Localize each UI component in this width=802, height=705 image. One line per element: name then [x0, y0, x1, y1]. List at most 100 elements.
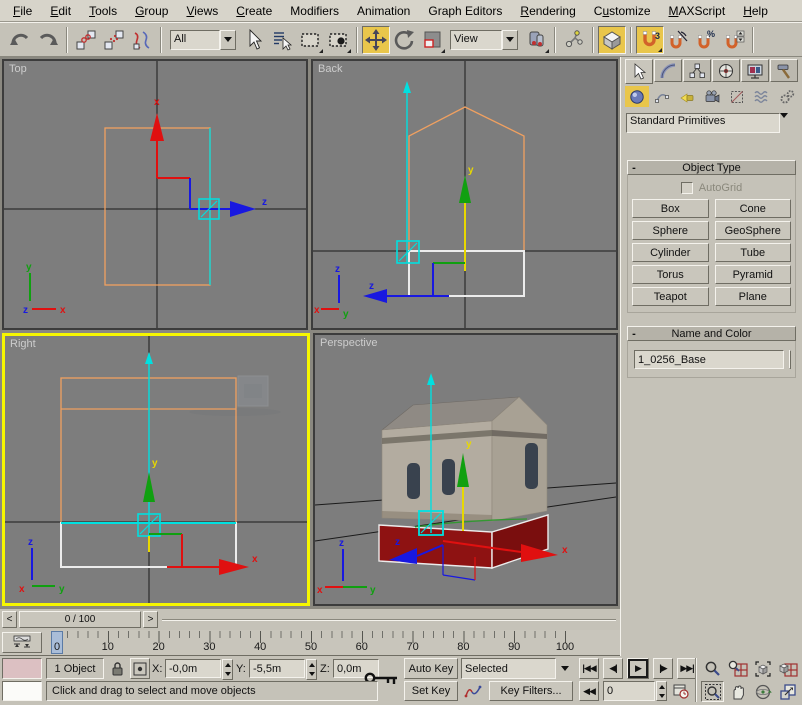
autogrid-checkbox[interactable] — [681, 182, 693, 194]
auto-key-button[interactable]: Auto Key — [404, 658, 458, 679]
go-to-start-button[interactable]: |◀◀ — [579, 658, 599, 679]
redo-icon[interactable] — [34, 26, 62, 54]
x-coord-input[interactable] — [165, 659, 221, 678]
absolute-offset-toggle[interactable] — [130, 658, 150, 679]
current-frame-input[interactable] — [603, 681, 655, 701]
frame-back-button[interactable]: < — [2, 611, 17, 628]
previous-frame-button[interactable]: ◀| — [603, 658, 623, 679]
tab-hierarchy[interactable] — [683, 59, 711, 82]
viewport-top[interactable]: Top x z — [2, 59, 308, 330]
tab-modify[interactable] — [654, 59, 682, 82]
y-coord-input[interactable] — [249, 659, 305, 678]
arc-rotate-button[interactable] — [750, 680, 775, 703]
menu-animation[interactable]: Animation — [348, 1, 419, 21]
mini-curve-editor-button[interactable] — [2, 632, 42, 653]
keyboard-override-toggle-icon[interactable] — [598, 26, 626, 54]
menu-edit[interactable]: Edit — [41, 1, 80, 21]
tab-utilities[interactable] — [770, 59, 798, 82]
cylinder-button[interactable]: Cylinder — [632, 243, 709, 262]
min-max-toggle-button[interactable] — [775, 680, 800, 703]
percent-snap-toggle-icon[interactable]: % — [692, 26, 720, 54]
menu-file[interactable]: File — [4, 1, 41, 21]
menu-tools[interactable]: Tools — [80, 1, 126, 21]
collapse-icon[interactable]: - — [628, 162, 640, 174]
pyramid-button[interactable]: Pyramid — [715, 265, 792, 284]
key-filters-button[interactable]: Key Filters... — [489, 681, 573, 701]
time-slider-track[interactable] — [162, 619, 616, 621]
zoom-extents-button[interactable] — [750, 657, 775, 680]
rectangular-selection-region-icon[interactable] — [296, 26, 324, 54]
menu-maxscript[interactable]: MAXScript — [660, 1, 735, 21]
plane-button[interactable]: Plane — [715, 287, 792, 306]
select-and-manipulate-icon[interactable] — [560, 26, 588, 54]
select-and-move-icon[interactable] — [362, 26, 390, 54]
zoom-all-button[interactable] — [725, 657, 750, 680]
tab-display[interactable] — [741, 59, 769, 82]
dropdown-arrow-icon[interactable] — [780, 113, 797, 133]
play-button[interactable]: ▶ — [627, 658, 649, 679]
box-button[interactable]: Box — [632, 199, 709, 218]
time-configuration-button[interactable] — [670, 681, 692, 701]
zoom-extents-all-button[interactable] — [775, 657, 800, 680]
dropdown-arrow-icon[interactable] — [220, 30, 236, 50]
viewport-back[interactable]: Back y z — [311, 59, 618, 330]
category-cameras-icon[interactable] — [700, 86, 724, 107]
menu-help[interactable]: Help — [734, 1, 777, 21]
object-color-swatch[interactable] — [789, 350, 791, 369]
object-name-input[interactable] — [634, 350, 784, 369]
sphere-button[interactable]: Sphere — [632, 221, 709, 240]
teapot-button[interactable]: Teapot — [632, 287, 709, 306]
spinner-snap-toggle-icon[interactable] — [720, 26, 748, 54]
menu-views[interactable]: Views — [177, 1, 227, 21]
selection-filter-dropdown[interactable]: All — [170, 30, 236, 50]
x-spinner[interactable] — [222, 659, 233, 680]
category-lights-icon[interactable] — [675, 86, 699, 107]
collapse-icon[interactable]: - — [628, 328, 640, 340]
zoom-button[interactable] — [700, 657, 725, 680]
tab-create[interactable] — [625, 59, 653, 84]
category-helpers-icon[interactable] — [725, 86, 749, 107]
menu-group[interactable]: Group — [126, 1, 177, 21]
viewport-perspective[interactable]: Perspective — [313, 333, 618, 606]
use-pivot-center-icon[interactable] — [522, 26, 550, 54]
set-key-button[interactable]: Set Key — [404, 681, 458, 701]
undo-icon[interactable] — [6, 26, 34, 54]
object-type-rollout-header[interactable]: - Object Type — [627, 160, 796, 175]
category-systems-icon[interactable] — [775, 86, 799, 107]
torus-button[interactable]: Torus — [632, 265, 709, 284]
viewport-right[interactable]: Right — [2, 333, 310, 606]
category-shapes-icon[interactable] — [650, 86, 674, 107]
primitive-category-dropdown[interactable]: Standard Primitives — [626, 113, 797, 133]
key-mode-dropdown[interactable]: Selected — [461, 658, 573, 679]
snaps-toggle-icon[interactable]: 3 — [636, 26, 664, 54]
dropdown-arrow-icon[interactable] — [556, 658, 573, 679]
menu-customize[interactable]: Customize — [585, 1, 660, 21]
key-mode-toggle-button[interactable]: ◀◀ — [579, 681, 599, 701]
frame-forward-button[interactable]: > — [143, 611, 158, 628]
next-frame-button[interactable]: |▶ — [653, 658, 673, 679]
menu-create[interactable]: Create — [227, 1, 281, 21]
maxscript-mini-listener-white[interactable] — [2, 681, 42, 701]
tube-button[interactable]: Tube — [715, 243, 792, 262]
maxscript-mini-listener-pink[interactable] — [2, 658, 42, 679]
default-in-out-tangents-button[interactable] — [461, 681, 485, 701]
category-geometry-icon[interactable] — [625, 86, 649, 107]
select-and-link-icon[interactable] — [72, 26, 100, 54]
menu-modifiers[interactable]: Modifiers — [281, 1, 348, 21]
menu-rendering[interactable]: Rendering — [511, 1, 584, 21]
pan-button[interactable] — [725, 680, 750, 703]
category-spacewarps-icon[interactable] — [750, 86, 774, 107]
name-color-rollout-header[interactable]: - Name and Color — [627, 326, 796, 341]
region-zoom-button[interactable] — [701, 681, 724, 702]
tab-motion[interactable] — [712, 59, 740, 82]
bind-to-space-warp-icon[interactable] — [128, 26, 156, 54]
selection-lock-toggle[interactable] — [108, 658, 126, 679]
select-and-rotate-icon[interactable] — [390, 26, 418, 54]
angle-snap-toggle-icon[interactable] — [664, 26, 692, 54]
menu-graph-editors[interactable]: Graph Editors — [419, 1, 511, 21]
select-and-scale-icon[interactable] — [418, 26, 446, 54]
window-crossing-toggle-icon[interactable] — [324, 26, 352, 54]
unlink-selection-icon[interactable] — [100, 26, 128, 54]
select-by-name-icon[interactable] — [268, 26, 296, 54]
y-spinner[interactable] — [306, 659, 317, 680]
